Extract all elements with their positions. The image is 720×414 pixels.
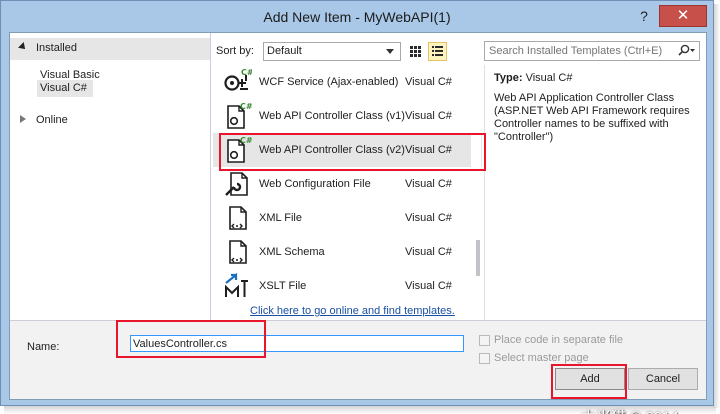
place-code-checkbox [479, 335, 490, 346]
tree-divider [210, 33, 211, 320]
template-name: XML Schema [259, 246, 325, 258]
template-list-scrollbar[interactable] [471, 65, 481, 288]
template-name: WCF Service (Ajax-enabled) [259, 76, 399, 88]
template-language: Visual C# [405, 212, 452, 224]
chevron-down-icon [386, 49, 394, 54]
search-box [484, 41, 700, 61]
cancel-button[interactable]: Cancel [628, 368, 698, 390]
tree-node-online-label: Online [36, 114, 68, 126]
tree-node-installed-label: Installed [36, 42, 77, 54]
collapsed-arrow-icon [20, 115, 26, 123]
expanded-arrow-icon [18, 42, 28, 52]
search-input[interactable] [485, 42, 670, 60]
list-view-icon [432, 46, 443, 56]
search-icon[interactable] [675, 43, 697, 59]
type-value: Visual C# [525, 72, 573, 84]
sort-by-label: Sort by: [216, 45, 254, 57]
close-button[interactable]: ✕ [659, 5, 707, 27]
template-name: Web Configuration File [259, 178, 371, 190]
template-language: Visual C# [405, 246, 452, 258]
help-button[interactable]: ? [631, 6, 657, 26]
title-bar[interactable]: Add New Item - MyWebAPI(1) ? ✕ [1, 1, 713, 31]
name-label: Name: [27, 341, 60, 353]
tree-node-online[interactable]: Online [10, 110, 210, 130]
dialog-title: Add New Item - MyWebAPI(1) [263, 9, 451, 25]
template-row-xslt-file[interactable]: XSLT File Visual C# [213, 269, 482, 303]
select-master-label: Select master page [494, 352, 589, 364]
template-language: Visual C# [405, 110, 452, 122]
template-name: XML File [259, 212, 302, 224]
template-language: Visual C# [405, 76, 452, 88]
add-new-item-dialog: Add New Item - MyWebAPI(1) ? ✕ Installed… [0, 0, 714, 414]
highlight-name-field [116, 320, 266, 358]
type-label: Type: [494, 72, 523, 84]
xslt-file-icon [225, 272, 248, 297]
tree-node-installed[interactable]: Installed [10, 38, 210, 60]
template-row-xml-schema[interactable]: XML Schema Visual C# [213, 235, 482, 269]
watermark: 木米猫 © 2014 [581, 406, 679, 414]
small-icons-view-button[interactable] [406, 42, 425, 61]
xml-file-icon [229, 206, 247, 230]
list-view-button[interactable] [428, 42, 447, 61]
place-code-label: Place code in separate file [494, 334, 624, 346]
scrollbar-thumb[interactable] [476, 240, 480, 276]
template-type: Type: Visual C# [494, 72, 572, 84]
select-master-checkbox [479, 353, 490, 364]
web-config-icon [225, 172, 248, 196]
template-language: Visual C# [405, 178, 452, 190]
template-row-xml-file[interactable]: XML File Visual C# [213, 201, 482, 235]
template-description: Web API Application Controller Class (AS… [494, 92, 690, 143]
template-row-controller-v1[interactable]: C# Web API Controller Class (v1) Visual … [213, 99, 482, 133]
template-list: C# WCF Service (Ajax-enabled) Visual C# … [213, 65, 482, 297]
template-details-pane: Type: Visual C# Web API Application Cont… [484, 65, 706, 320]
controller-class-icon: C# [227, 102, 252, 129]
grid-view-icon [410, 46, 421, 57]
svg-text:C#: C# [241, 68, 252, 77]
sort-by-value: Default [267, 45, 302, 57]
template-name: Web API Controller Class (v1) [259, 110, 405, 122]
category-tree: Installed Visual Basic Visual C# Online [10, 33, 210, 320]
window-shadow-right [713, 4, 720, 408]
dialog-content: Installed Visual Basic Visual C# Online … [9, 32, 707, 414]
template-row-wcf-service[interactable]: C# WCF Service (Ajax-enabled) Visual C# [213, 65, 482, 99]
wcf-service-icon: C# [224, 68, 252, 91]
xml-schema-icon [229, 240, 247, 264]
highlight-add-button [551, 364, 627, 399]
template-row-web-config[interactable]: Web Configuration File Visual C# [213, 167, 482, 201]
find-templates-online-link[interactable]: Click here to go online and find templat… [250, 305, 455, 317]
template-language: Visual C# [405, 280, 452, 292]
tree-item-visual-csharp[interactable]: Visual C# [40, 82, 87, 94]
svg-text:C#: C# [240, 102, 252, 111]
highlight-selected-template [219, 133, 486, 171]
template-name: XSLT File [259, 280, 307, 292]
sort-by-dropdown[interactable]: Default [263, 42, 401, 61]
